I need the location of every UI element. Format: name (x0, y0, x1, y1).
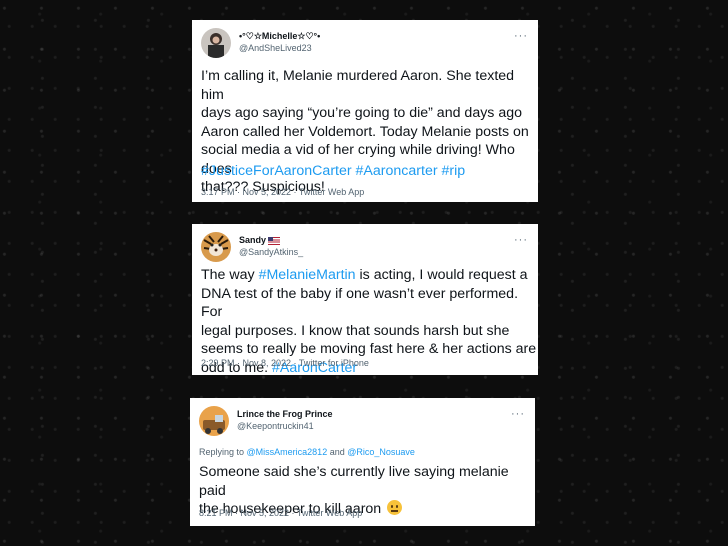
display-name-row: Sandy (239, 235, 281, 245)
tweet-card-lrince[interactable]: Lrince the Frog Prince @Keepontruckin41 … (190, 398, 535, 526)
tweet-timestamp[interactable]: 2:29 PM · Nov 8, 2022 · Twitter for iPho… (201, 358, 369, 368)
more-options-icon[interactable]: ··· (514, 30, 528, 42)
tweet-line: The way #MelanieMartin is acting, I woul… (201, 266, 538, 285)
reply-context: Replying to @MissAmerica2812 and @Rico_N… (199, 447, 415, 457)
display-name[interactable]: •°♡☆Michelle☆♡°• (239, 31, 320, 42)
neutral-face-emoji-icon (387, 500, 403, 515)
mention-link[interactable]: @Rico_Nosuave (347, 447, 415, 457)
us-flag-icon (268, 236, 281, 245)
hashtag-links[interactable]: #JusticeForAaronCarter #Aaroncarter #rip (201, 162, 465, 181)
tweet-header: Lrince the Frog Prince @Keepontruckin41 … (199, 406, 527, 438)
tweet-timestamp[interactable]: 8:21 PM · Nov 5, 2022 · Twitter Web App (199, 508, 362, 518)
tweet-line: legal purposes. I know that sounds harsh… (201, 322, 510, 339)
tweet-card-sandy[interactable]: Sandy @SandyAtkins_ ··· The way #Melanie… (192, 224, 538, 376)
tweet-line: Aaron called her Voldemort. Today Melani… (201, 123, 529, 140)
tweet-header: •°♡☆Michelle☆♡°• @AndSheLived23 ··· (201, 28, 530, 60)
tweet-line: Someone said she’s currently live saying… (199, 464, 509, 499)
text-segment: is acting, I would request a (355, 267, 528, 283)
display-name[interactable]: Lrince the Frog Prince (237, 409, 333, 419)
display-name[interactable]: Sandy (239, 235, 266, 245)
reply-label: Replying to (199, 447, 247, 457)
tweet-line: I’m calling it, Melanie murdered Aaron. … (201, 68, 515, 103)
avatar[interactable] (199, 406, 229, 436)
tweet-header: Sandy @SandyAtkins_ ··· (201, 232, 530, 264)
user-handle[interactable]: @Keepontruckin41 (237, 421, 314, 431)
tweet-line: seems to really be moving fast here & he… (201, 341, 537, 357)
more-options-icon[interactable]: ··· (514, 234, 528, 246)
avatar[interactable] (201, 28, 231, 58)
more-options-icon[interactable]: ··· (511, 408, 525, 420)
mention-link[interactable]: @MissAmerica2812 (247, 447, 328, 457)
tweet-line: days ago saying “you’re going to die” an… (201, 105, 523, 121)
hashtag-link[interactable]: #MelanieMartin (259, 267, 356, 283)
tweet-timestamp[interactable]: 3:17 PM · Nov 5, 2022 · Twitter Web App (201, 187, 364, 197)
tweet-line: DNA test of the baby if one wasn’t ever … (201, 285, 519, 321)
avatar[interactable] (201, 232, 231, 262)
tweet-card-michelle[interactable]: •°♡☆Michelle☆♡°• @AndSheLived23 ··· I’m … (192, 20, 538, 202)
user-handle[interactable]: @SandyAtkins_ (239, 247, 303, 257)
user-handle[interactable]: @AndSheLived23 (239, 43, 312, 53)
reply-label: and (327, 447, 348, 457)
text-segment: The way (201, 267, 259, 283)
